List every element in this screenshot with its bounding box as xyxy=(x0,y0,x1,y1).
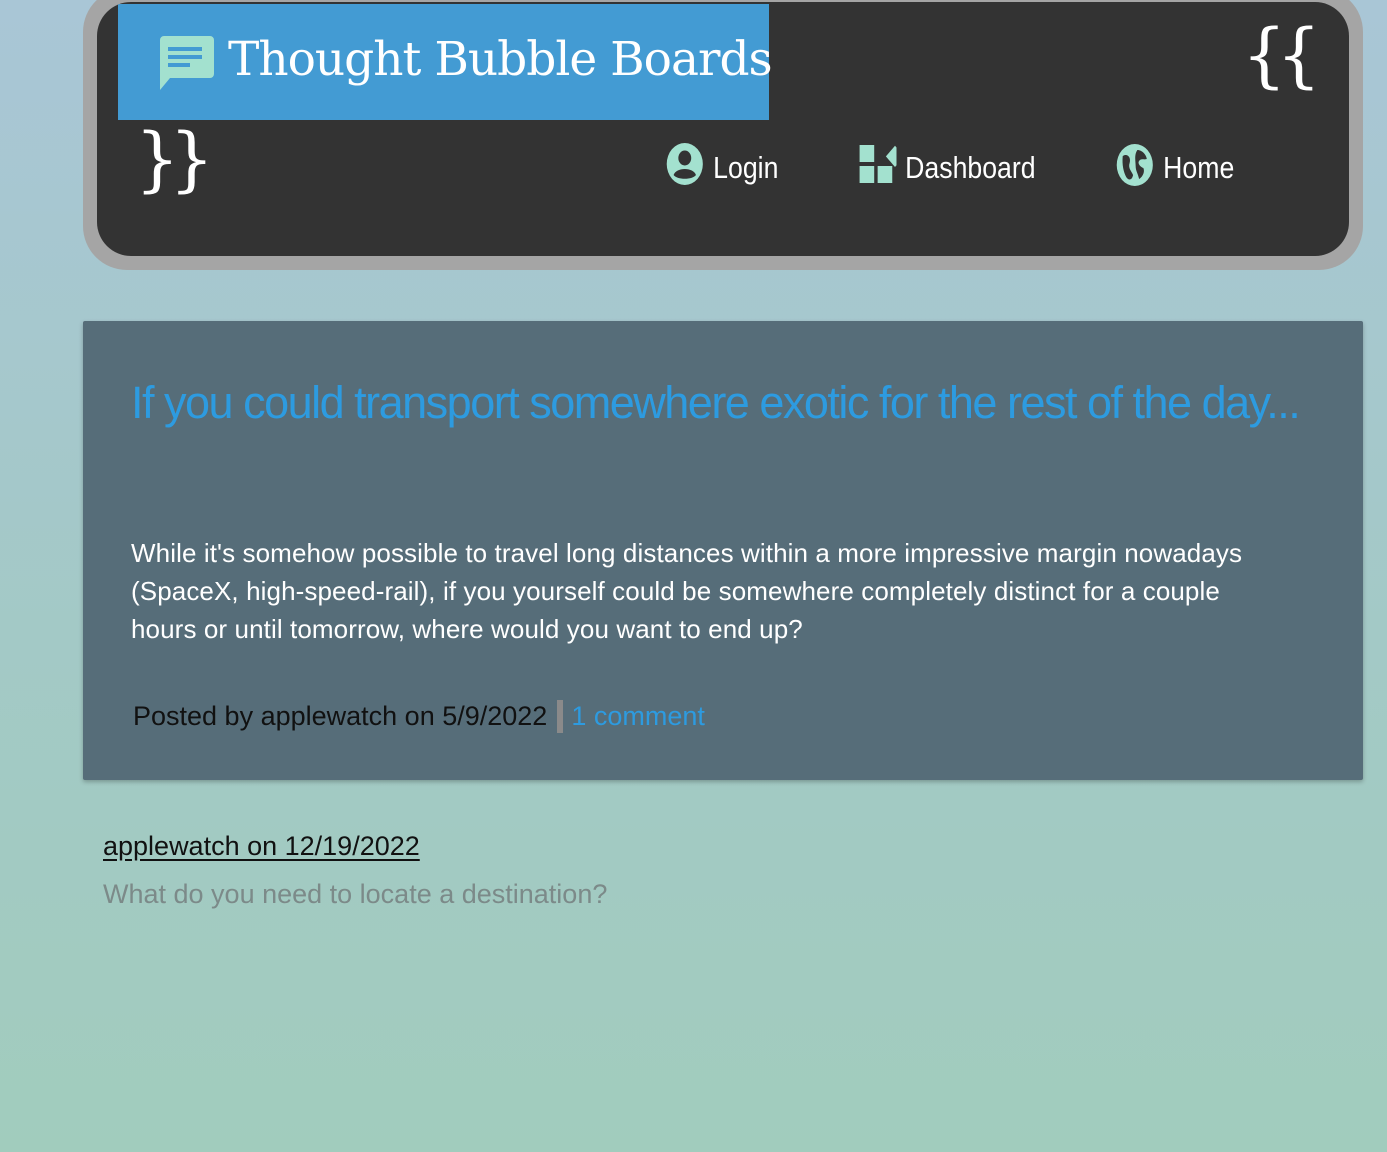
post-body: While it's somehow possible to travel lo… xyxy=(131,538,1243,644)
post-meta: Posted by applewatch on 5/9/2022 1 comme… xyxy=(133,696,705,736)
globe-icon xyxy=(1115,141,1155,195)
comment-item: applewatch on 12/19/2022 What do you nee… xyxy=(103,826,607,914)
widgets-icon xyxy=(857,141,905,195)
post-card: If you could transport somewhere exotic … xyxy=(83,321,1363,780)
meta-separator xyxy=(557,699,564,733)
nav-dashboard-link[interactable]: Dashboard xyxy=(857,140,1046,196)
nav-home-link[interactable]: Home xyxy=(1115,140,1253,196)
post-title: If you could transport somewhere exotic … xyxy=(131,377,1301,428)
comment-text: What do you need to locate a destination… xyxy=(103,879,608,909)
comment-author-link[interactable]: applewatch on 12/19/2022 xyxy=(103,826,607,866)
site-header: Thought Bubble Boards {{ }} Login Dashbo… xyxy=(83,0,1363,270)
header-panel: Thought Bubble Boards {{ }} Login Dashbo… xyxy=(97,2,1349,256)
nav-login-link[interactable]: Login xyxy=(665,140,803,196)
brand-title: Thought Bubble Boards xyxy=(228,32,773,87)
user-circle-icon xyxy=(665,141,705,195)
comment-count-link[interactable]: 1 comment xyxy=(571,696,705,736)
post-meta-text: Posted by applewatch on 5/9/2022 xyxy=(133,701,548,731)
nav-dashboard-label: Dashboard xyxy=(905,150,1036,185)
brace-open-decoration: {{ xyxy=(1241,14,1321,96)
brand-logo-link[interactable]: Thought Bubble Boards xyxy=(118,4,773,120)
brace-close-decoration: }} xyxy=(135,118,214,200)
nav-home-label: Home xyxy=(1163,150,1235,185)
chat-bubble-icon xyxy=(154,34,216,94)
nav-login-label: Login xyxy=(713,150,779,185)
